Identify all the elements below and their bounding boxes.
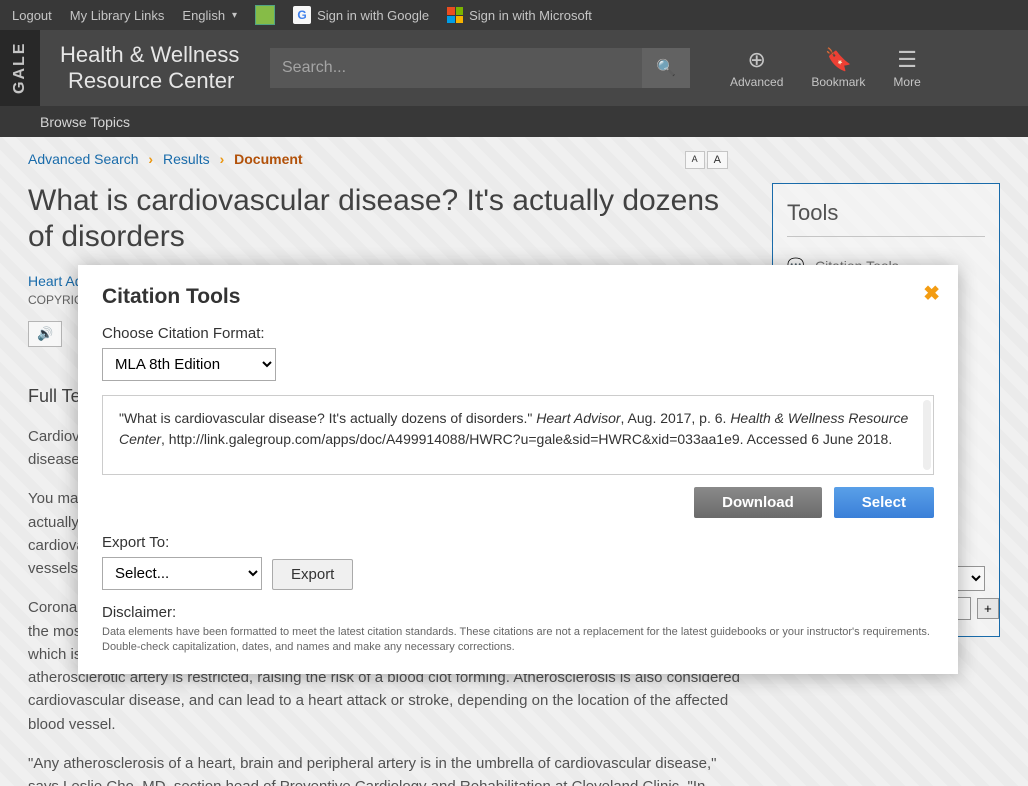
- close-button[interactable]: ✖: [923, 281, 940, 306]
- export-button[interactable]: Export: [272, 559, 353, 590]
- disclaimer-heading: Disclaimer:: [102, 604, 934, 621]
- citation-modal: ✖ Citation Tools Choose Citation Format:…: [78, 265, 958, 674]
- citation-part: , http://link.galegroup.com/apps/doc/A49…: [161, 431, 892, 447]
- export-select[interactable]: Select...: [102, 557, 262, 590]
- citation-format-select[interactable]: MLA 8th Edition: [102, 348, 276, 381]
- format-label: Choose Citation Format:: [102, 325, 934, 342]
- select-button[interactable]: Select: [834, 487, 934, 518]
- citation-source: Heart Advisor: [536, 410, 620, 426]
- citation-text: "What is cardiovascular disease? It's ac…: [102, 395, 934, 475]
- scrollbar[interactable]: [923, 400, 931, 470]
- modal-title: Citation Tools: [102, 285, 934, 309]
- disclaimer: Disclaimer: Data elements have been form…: [102, 604, 934, 656]
- disclaimer-text: Data elements have been formatted to mee…: [102, 625, 934, 656]
- export-label: Export To:: [102, 534, 262, 551]
- citation-part: , Aug. 2017, p. 6.: [621, 410, 731, 426]
- citation-part: "What is cardiovascular disease? It's ac…: [119, 410, 536, 426]
- download-button[interactable]: Download: [694, 487, 822, 518]
